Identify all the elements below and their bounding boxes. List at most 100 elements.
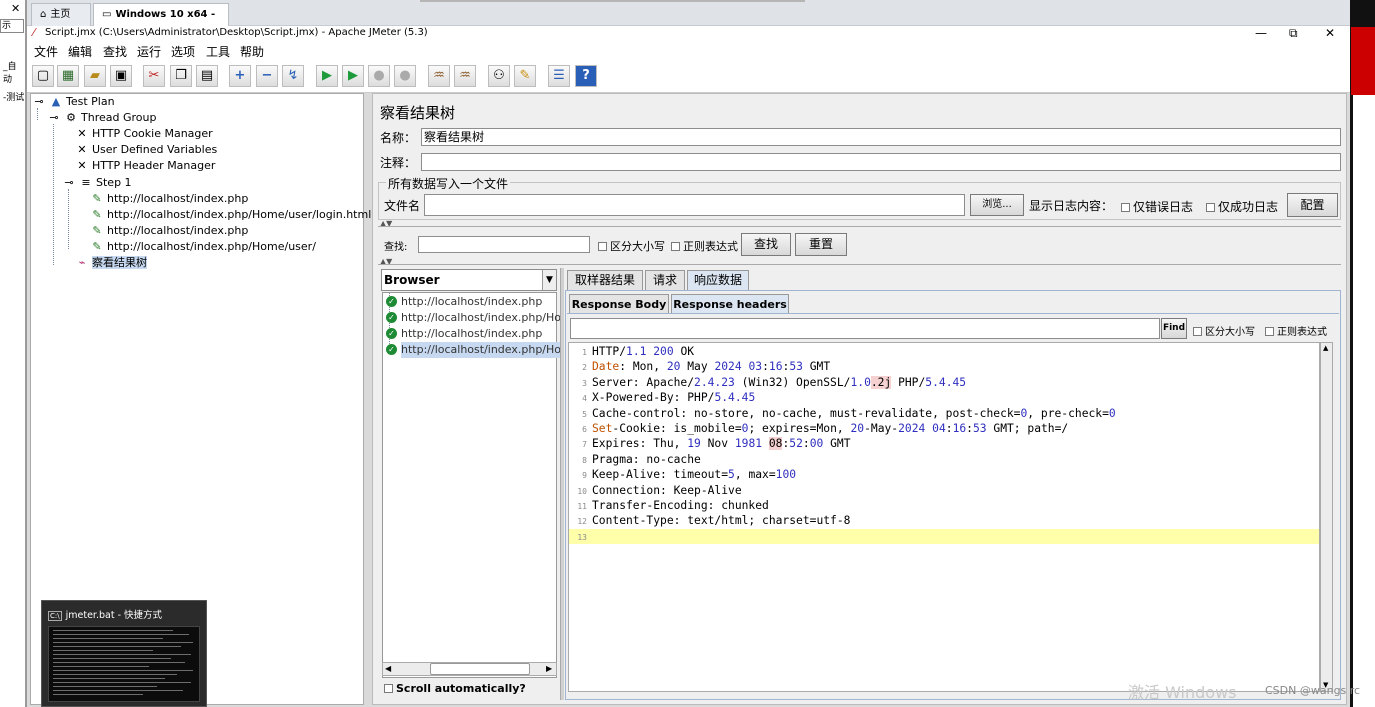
find-button[interactable]: Find xyxy=(1161,318,1187,339)
name-field[interactable]: 察看结果树 xyxy=(421,128,1341,146)
open-icon[interactable]: ▰ xyxy=(84,65,106,87)
scroll-auto-checkbox[interactable]: Scroll automatically? xyxy=(384,682,526,695)
configure-button[interactable]: 配置 xyxy=(1287,193,1338,217)
search-icon[interactable]: ⚇ xyxy=(488,65,510,87)
stop-icon[interactable]: ● xyxy=(368,65,390,87)
expanded-toggle-icon[interactable]: ⊸ xyxy=(62,175,76,191)
chevron-down-icon[interactable]: ▼ xyxy=(542,270,556,290)
background-dropdown[interactable]: 示 xyxy=(0,19,24,33)
comment-field[interactable] xyxy=(421,153,1341,171)
tree-node-thread-group[interactable]: ⊸ ⚙ Thread Group xyxy=(47,110,156,126)
menu-run[interactable]: 运行 xyxy=(137,43,161,60)
browse-button[interactable]: 浏览... xyxy=(970,194,1024,216)
function-helper-icon[interactable]: ☰ xyxy=(548,65,570,87)
save-icon[interactable]: ▣ xyxy=(110,65,132,87)
tab-sampler-result[interactable]: 取样器结果 xyxy=(567,270,643,290)
vertical-scrollbar[interactable]: ▲ ▼ xyxy=(1320,342,1333,692)
tab-home[interactable]: ⌂ 主页 xyxy=(31,3,91,26)
close-icon[interactable]: ✕ xyxy=(11,2,20,15)
search-input[interactable] xyxy=(418,236,590,253)
http-sampler-icon: ✎ xyxy=(92,240,102,253)
menu-bar: 文件 编辑 查找 运行 选项 工具 帮助 xyxy=(27,42,1350,60)
http-sampler-icon: ✎ xyxy=(92,224,102,237)
reset-search-icon[interactable]: ✎ xyxy=(514,65,536,87)
start-icon[interactable]: ▶ xyxy=(316,65,338,87)
new-icon[interactable]: ▢ xyxy=(32,65,54,87)
taskbar-preview[interactable]: C:\ jmeter.bat - 快捷方式 xyxy=(41,600,207,707)
tree-node-sampler[interactable]: ✎ http://localhost/index.php xyxy=(90,223,248,239)
line-number: 8 xyxy=(582,455,587,465)
close-button[interactable]: ✕ xyxy=(1325,26,1335,40)
window-title-bar: ⁄ Script.jmx (C:\Users\Administrator\Des… xyxy=(27,26,1350,42)
line-text: Pragma: no-cache xyxy=(592,452,701,466)
paste-icon[interactable]: ▤ xyxy=(196,65,218,87)
start-no-pause-icon[interactable]: ▶ xyxy=(342,65,364,87)
line-number: 9 xyxy=(582,471,587,481)
tab-response-headers[interactable]: Response headers xyxy=(671,294,789,314)
find-button[interactable]: 查找 xyxy=(741,233,791,256)
shutdown-icon[interactable]: ● xyxy=(394,65,416,87)
tree-node-cookie-manager[interactable]: ✕ HTTP Cookie Manager xyxy=(75,126,212,142)
tab-request[interactable]: 请求 xyxy=(645,270,685,290)
success-only-checkbox[interactable]: 仅成功日志 xyxy=(1206,198,1278,215)
copy-icon[interactable]: ❐ xyxy=(170,65,192,87)
clear-icon[interactable]: ♒ xyxy=(428,65,450,87)
menu-file[interactable]: 文件 xyxy=(34,43,58,60)
list-item[interactable]: ✓ http://localhost/index.php/Ho xyxy=(386,342,561,358)
minimize-button[interactable]: — xyxy=(1255,26,1267,40)
restore-button[interactable]: ⧉ xyxy=(1289,26,1298,41)
errors-only-checkbox[interactable]: 仅错误日志 xyxy=(1121,198,1193,215)
scroll-right-icon[interactable]: ▶ xyxy=(546,663,552,675)
test-plan-icon: ▲ xyxy=(51,95,61,108)
toggle-icon[interactable]: ↯ xyxy=(282,65,304,87)
tree-node-user-variables[interactable]: ✕ User Defined Variables xyxy=(75,142,217,158)
list-item[interactable]: ✓ http://localhost/index.php xyxy=(386,326,542,342)
regex-checkbox[interactable]: 正则表达式 xyxy=(1265,323,1327,338)
filename-input[interactable] xyxy=(424,194,965,216)
tree-node-header-manager[interactable]: ✕ HTTP Header Manager xyxy=(75,158,215,174)
list-item[interactable]: ✓ http://localhost/index.php/Ho xyxy=(386,310,561,326)
expanded-toggle-icon[interactable]: ⊸ xyxy=(32,94,46,110)
cut-icon[interactable]: ✂ xyxy=(143,65,165,87)
renderer-select[interactable]: Browser ▼ xyxy=(381,269,557,291)
response-headers-text[interactable]: 1 HTTP/1.1 200 OK 2 Date: Mon, 20 May 2024 … xyxy=(568,342,1320,692)
tree-node-step-1[interactable]: ⊸ ≡ Step 1 xyxy=(62,175,131,191)
scroll-left-icon[interactable]: ◀ xyxy=(385,663,391,675)
reset-button[interactable]: 重置 xyxy=(795,233,847,256)
scrollbar-thumb[interactable] xyxy=(430,663,530,675)
tab-vm[interactable]: ▭Windows 10 x64 -测试✕ xyxy=(93,3,229,41)
menu-search[interactable]: 查找 xyxy=(103,43,127,60)
line-number: 4 xyxy=(582,394,587,404)
response-search-input[interactable] xyxy=(570,318,1160,339)
scroll-up-icon[interactable]: ▲ xyxy=(1323,344,1328,352)
regex-checkbox[interactable]: 正则表达式 xyxy=(671,238,738,254)
expand-icon[interactable]: + xyxy=(229,65,251,87)
horizontal-scrollbar[interactable]: ◀ ▶ xyxy=(382,662,557,676)
menu-tools[interactable]: 工具 xyxy=(206,43,230,60)
menu-options[interactable]: 选项 xyxy=(171,43,195,60)
list-item[interactable]: ✓ http://localhost/index.php xyxy=(386,294,542,310)
line-number: 2 xyxy=(582,363,587,373)
case-sensitive-checkbox[interactable]: 区分大小写 xyxy=(1193,323,1255,338)
tree-node-sampler[interactable]: ✎ http://localhost/index.php xyxy=(90,191,248,207)
tab-response-data[interactable]: 响应数据 xyxy=(687,270,749,290)
background-label: _自动 xyxy=(3,62,17,85)
tab-response-body[interactable]: Response Body xyxy=(569,294,669,314)
tree-node-sampler[interactable]: ✎ http://localhost/index.php/Home/user/lo… xyxy=(90,207,371,223)
help-icon[interactable]: ? xyxy=(575,65,597,87)
checkbox-label: Scroll automatically? xyxy=(396,682,526,695)
case-sensitive-checkbox[interactable]: 区分大小写 xyxy=(598,238,665,254)
menu-edit[interactable]: 编辑 xyxy=(68,43,92,60)
line-text: Expires: Thu, 19 Nov 1981 08:52:00 GMT xyxy=(592,437,851,451)
collapse-icon[interactable]: − xyxy=(256,65,278,87)
tree-node-sampler[interactable]: ✎ http://localhost/index.php/Home/user/ xyxy=(90,239,316,255)
tree-node-results-tree[interactable]: ⌁ 察看结果树 xyxy=(75,255,147,271)
line-text: Keep-Alive: timeout=5, max=100 xyxy=(592,468,797,482)
tree-node-label: 察看结果树 xyxy=(92,256,147,269)
templates-icon[interactable]: ▦ xyxy=(57,65,79,87)
menu-help[interactable]: 帮助 xyxy=(240,43,264,60)
expanded-toggle-icon[interactable]: ⊸ xyxy=(47,110,61,126)
clear-all-icon[interactable]: ♒ xyxy=(454,65,476,87)
tree-node-test-plan[interactable]: ⊸ ▲ Test Plan xyxy=(32,94,114,110)
split-divider[interactable] xyxy=(560,268,564,700)
